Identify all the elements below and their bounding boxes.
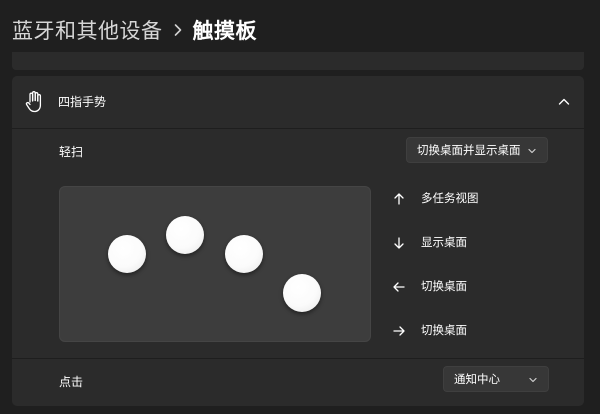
- arrow-up-icon: [392, 191, 406, 205]
- four-finger-gestures-title: 四指手势: [58, 95, 107, 109]
- swipe-action-selected: 切换桌面并显示桌面: [417, 143, 521, 157]
- divider: [12, 358, 584, 359]
- tap-action-dropdown[interactable]: 通知中心: [443, 366, 549, 392]
- direction-left-label: 切换桌面: [421, 279, 467, 293]
- direction-left-item: 切换桌面: [392, 276, 467, 296]
- hand-gesture-icon: [24, 90, 46, 114]
- touchpad-illustration: [59, 186, 371, 342]
- four-finger-gestures-header[interactable]: 四指手势: [12, 76, 584, 129]
- tap-action-selected: 通知中心: [454, 372, 500, 386]
- swipe-action-dropdown[interactable]: 切换桌面并显示桌面: [406, 137, 548, 163]
- finger-touch-point: [225, 235, 263, 273]
- direction-right-label: 切换桌面: [421, 323, 467, 337]
- page-title: 触摸板: [192, 19, 257, 43]
- four-finger-gestures-card: 四指手势 轻扫 切换桌面并显示桌面 多任务视图 显示桌面 切换桌面 切换桌面 点…: [12, 76, 584, 406]
- finger-touch-point: [283, 274, 321, 312]
- breadcrumb: 蓝牙和其他设备 触摸板: [12, 10, 257, 50]
- chevron-up-icon[interactable]: [556, 94, 572, 110]
- chevron-down-icon: [527, 145, 537, 155]
- previous-setting-card: [12, 52, 584, 70]
- finger-touch-point: [108, 235, 146, 273]
- arrow-left-icon: [392, 279, 406, 293]
- arrow-down-icon: [392, 235, 406, 249]
- direction-right-item: 切换桌面: [392, 320, 467, 340]
- tap-label: 点击: [59, 375, 84, 389]
- swipe-label: 轻扫: [59, 145, 84, 159]
- finger-touch-point: [166, 216, 204, 254]
- chevron-down-icon: [528, 374, 538, 384]
- settings-page: 蓝牙和其他设备 触摸板 四指手势 轻扫 切换桌面并显示桌面 多任务视图 显示桌面…: [0, 0, 600, 414]
- direction-up-label: 多任务视图: [421, 191, 479, 205]
- direction-down-label: 显示桌面: [421, 235, 467, 249]
- direction-down-item: 显示桌面: [392, 232, 467, 252]
- direction-up-item: 多任务视图: [392, 188, 479, 208]
- arrow-right-icon: [392, 323, 406, 337]
- breadcrumb-parent-link[interactable]: 蓝牙和其他设备: [12, 15, 163, 45]
- chevron-right-icon: [165, 10, 191, 50]
